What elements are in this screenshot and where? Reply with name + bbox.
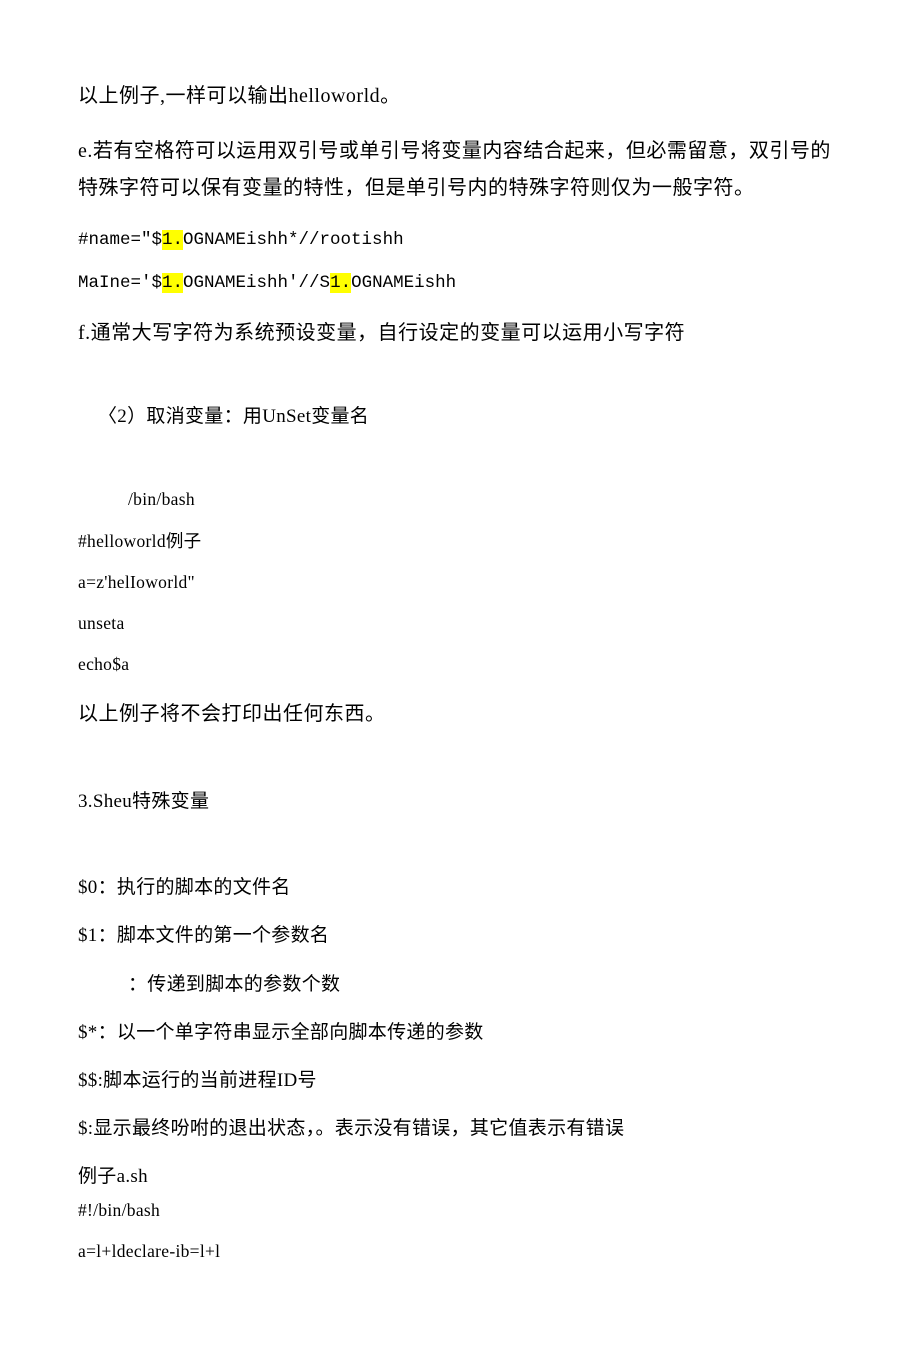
text-line: 以上例子将不会打印出任何东西。 — [78, 696, 842, 733]
code-line: a=l+ldeclare-ib=l+l — [78, 1238, 842, 1265]
code-line: a=z'helIoworld" — [78, 569, 842, 596]
code-frag: #name="$ — [78, 230, 162, 250]
text-line: e.若有空格符可以运用双引号或单引号将变量内容结合起来，但必需留意，双引号的特殊… — [78, 133, 842, 207]
code-line: #name="$1.OGNAMEishh*//rootishh — [78, 225, 842, 254]
text-line: $$:脚本运行的当前进程ID号 — [78, 1064, 842, 1098]
code-line: /bin/bash — [78, 486, 842, 513]
text-line: f.通常大写字符为系统预设变量，自行设定的变量可以运用小写字符 — [78, 315, 842, 352]
text-line: $1：脚本文件的第一个参数名 — [78, 919, 842, 953]
highlight: 1. — [162, 273, 183, 293]
code-frag: OGNAMEishh*//rootishh — [183, 230, 404, 250]
text-line: $*：以一个单字符串显示全部向脚本传递的参数 — [78, 1016, 842, 1050]
code-line: #helloworld例子 — [78, 528, 842, 555]
text-line: 以上例子,一样可以输出helloworld。 — [78, 78, 842, 115]
code-line: MaIne='$1.OGNAMEishh'//S1.OGNAMEishh — [78, 268, 842, 297]
highlight: 1. — [330, 273, 351, 293]
code-frag: OGNAMEishh — [351, 273, 456, 293]
text-line: ：传递到脚本的参数个数 — [78, 968, 842, 1002]
text-line: $0：执行的脚本的文件名 — [78, 871, 842, 905]
text-line: 例子a.sh — [78, 1160, 842, 1194]
code-frag: MaIne='$ — [78, 273, 162, 293]
code-frag: OGNAMEishh'//S — [183, 273, 330, 293]
code-line: unseta — [78, 610, 842, 637]
text-line: 〈2）取消变量：用UnSet变量名 — [78, 400, 842, 434]
code-line: #!/bin/bash — [78, 1197, 842, 1224]
code-line: echo$a — [78, 651, 842, 678]
text-line: $:显示最终吩咐的退出状态，。表示没有错误，其它值表示有错误 — [78, 1112, 842, 1146]
highlight: 1. — [162, 230, 183, 250]
text-line: 3.Sheu特殊变量 — [78, 785, 842, 819]
